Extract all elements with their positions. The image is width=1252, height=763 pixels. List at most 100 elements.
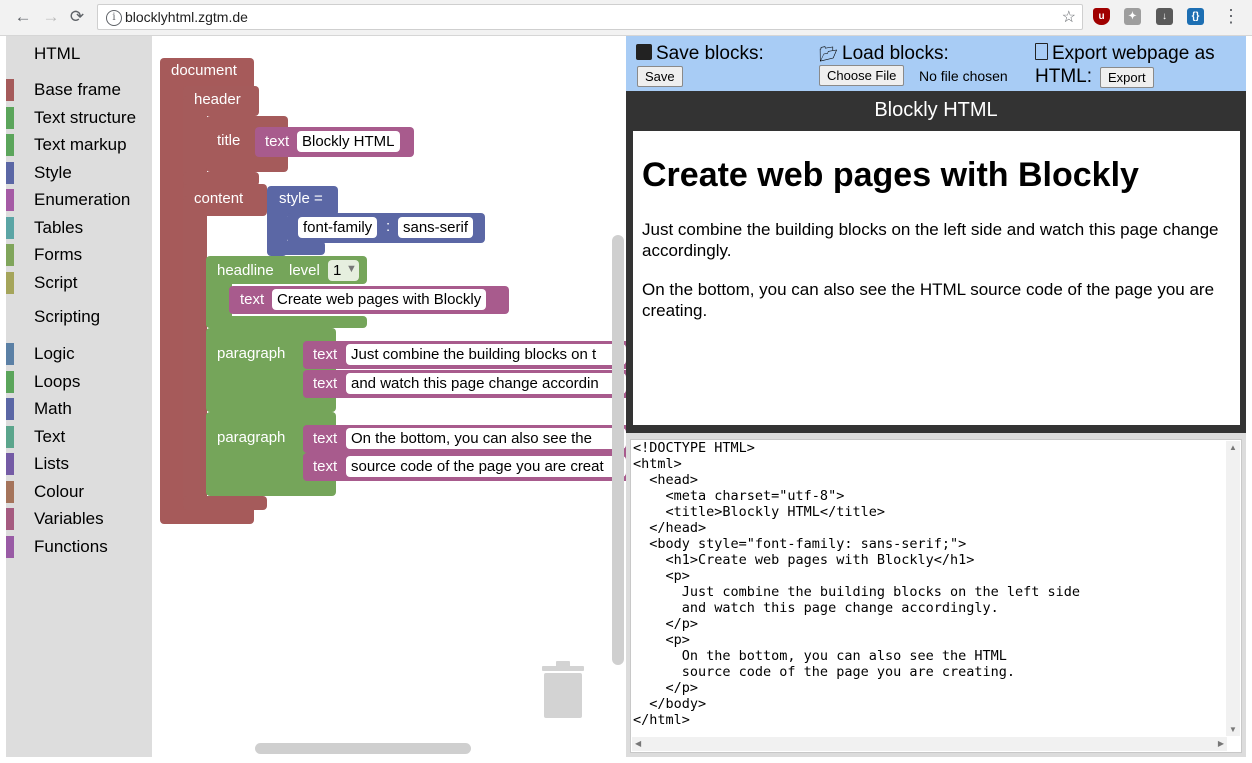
title-text-field[interactable]: Blockly HTML	[297, 131, 400, 152]
address-bar[interactable]: i blocklyhtml.zgtm.de ☆	[97, 4, 1083, 30]
forward-icon[interactable]: →	[40, 6, 62, 28]
category-label: Base frame	[34, 80, 121, 99]
toolbox: HTML Base frame Text structure Text markup…	[6, 36, 152, 757]
toolbox-category-lists[interactable]: Lists	[6, 451, 152, 477]
category-color-swatch	[6, 271, 14, 294]
save-button[interactable]: Save	[637, 66, 683, 87]
info-icon[interactable]: i	[106, 10, 122, 26]
toolbox-category-text-structure[interactable]: Text structure	[6, 105, 152, 131]
paragraph-text-field[interactable]: and watch this page change accordin	[346, 373, 626, 394]
toolbox-category-html[interactable]: HTML	[6, 41, 152, 67]
category-label: Functions	[34, 536, 108, 556]
toolbox-category-script[interactable]: Script	[6, 270, 152, 296]
style-block-footer[interactable]	[267, 241, 325, 255]
title-block-label: title	[217, 132, 241, 149]
preview-paragraph: Just combine the building blocks on the …	[642, 220, 1219, 260]
toolbox-category-loops[interactable]: Loops	[6, 369, 152, 395]
headline-text-field[interactable]: Create web pages with Blockly	[272, 289, 487, 310]
category-color-swatch	[6, 216, 14, 239]
preview-page: Create web pages with Blockly Just combi…	[633, 131, 1240, 425]
text-keyword: text	[313, 375, 338, 392]
category-color-swatch	[6, 370, 14, 393]
toolbox-category-text-markup[interactable]: Text markup	[6, 132, 152, 158]
ublock-extension-icon[interactable]: u	[1093, 8, 1110, 25]
bookmark-star-icon[interactable]: ☆	[1062, 7, 1076, 27]
content-block-footer[interactable]	[183, 496, 267, 510]
scroll-up-arrow-icon[interactable]: ▲	[1229, 443, 1237, 452]
paragraph-text-field[interactable]: Just combine the building blocks on t	[346, 344, 626, 365]
category-label: Text markup	[34, 135, 127, 154]
category-label: Lists	[34, 454, 69, 473]
category-label: Colour	[34, 481, 85, 501]
export-button[interactable]: Export	[1100, 67, 1154, 88]
toolbox-category-base-frame[interactable]: Base frame	[6, 77, 152, 103]
toolbox-category-logic[interactable]: Logic	[6, 341, 152, 367]
content-block-label: content	[194, 190, 244, 207]
browser-menu-icon[interactable]: ⋮	[1222, 6, 1240, 27]
source-code-view[interactable]: <!DOCTYPE HTML> <html> <head> <meta char…	[630, 439, 1242, 753]
paragraph-block-label: paragraph	[217, 429, 286, 446]
style-value-field[interactable]: sans-serif	[398, 217, 474, 238]
category-color-swatch	[6, 343, 14, 365]
category-label: Forms	[34, 245, 83, 264]
toolbox-category-forms[interactable]: Forms	[6, 242, 152, 268]
reload-icon[interactable]: ⟳	[66, 6, 88, 28]
category-label: Style	[34, 162, 72, 182]
preview-heading: Create web pages with Blockly	[642, 156, 1139, 194]
choose-file-button[interactable]: Choose File	[819, 65, 905, 86]
category-color-swatch	[6, 480, 14, 503]
toolbox-category-colour[interactable]: Colour	[6, 479, 152, 505]
headline-block-footer[interactable]	[206, 316, 367, 328]
toolbox-category-text[interactable]: Text	[6, 424, 152, 450]
blockly-workspace[interactable]: document header title text Blockly HTML …	[152, 36, 626, 757]
document-block-spine[interactable]	[160, 76, 184, 522]
code-horizontal-scrollbar[interactable]: ◀ ▶	[632, 737, 1227, 751]
category-color-swatch	[6, 106, 14, 129]
toolbox-category-scripting[interactable]: Scripting	[6, 304, 152, 330]
toolbox-category-variables[interactable]: Variables	[6, 506, 152, 532]
source-code[interactable]: <!DOCTYPE HTML> <html> <head> <meta char…	[633, 440, 1080, 728]
chevron-down-icon[interactable]: ▼	[346, 263, 357, 275]
trash-icon[interactable]	[541, 660, 585, 720]
toolbox-category-tables[interactable]: Tables	[6, 215, 152, 241]
scroll-right-arrow-icon[interactable]: ▶	[1218, 739, 1224, 748]
toolbox-category-enumeration[interactable]: Enumeration	[6, 187, 152, 213]
workspace-vertical-scrollbar[interactable]	[612, 235, 624, 665]
toolbox-category-style[interactable]: Style	[6, 160, 152, 186]
scroll-down-arrow-icon[interactable]: ▼	[1229, 725, 1237, 734]
save-title-text: Save blocks:	[656, 43, 764, 64]
document-icon	[1035, 43, 1048, 60]
back-icon[interactable]: ←	[12, 6, 34, 28]
category-color-swatch	[6, 134, 14, 156]
floppy-disk-icon	[636, 44, 652, 60]
load-blocks-title: 📂︎ Load blocks:	[819, 43, 949, 65]
category-color-swatch	[6, 453, 14, 475]
style-property-field[interactable]: font-family	[298, 217, 378, 238]
content-block-spine[interactable]	[183, 196, 207, 506]
category-color-swatch	[6, 508, 14, 530]
url-text[interactable]: blocklyhtml.zgtm.de	[125, 9, 248, 25]
toolbox-category-functions[interactable]: Functions	[6, 534, 152, 560]
category-color-swatch	[6, 535, 14, 558]
style-colon: :	[386, 218, 391, 235]
scroll-left-arrow-icon[interactable]: ◀	[635, 739, 641, 748]
workspace-horizontal-scrollbar[interactable]	[255, 743, 471, 754]
puzzle-extension-icon[interactable]: ✦	[1124, 8, 1141, 25]
level-label: level	[289, 262, 320, 279]
toolbox-category-math[interactable]: Math	[6, 396, 152, 422]
css-extension-icon[interactable]: {}	[1187, 8, 1204, 25]
no-file-chosen-text: No file chosen	[919, 68, 1008, 84]
paragraph-text-field[interactable]: On the bottom, you can also see the	[346, 428, 626, 449]
header-block-label: header	[194, 91, 241, 108]
preview-paragraph: On the bottom, you can also see the HTML…	[642, 280, 1215, 320]
open-folder-icon: 📂︎	[819, 46, 839, 63]
category-label: Scripting	[34, 307, 101, 326]
category-color-swatch	[6, 244, 14, 266]
load-title-text: Load blocks:	[842, 43, 949, 64]
save-blocks-title: Save blocks:	[636, 43, 764, 65]
download-extension-icon[interactable]: ↓	[1156, 8, 1173, 25]
paragraph-text-field[interactable]: source code of the page you are creat	[346, 456, 626, 477]
code-vertical-scrollbar[interactable]: ▲ ▼	[1226, 441, 1240, 736]
style-block-label: style =	[279, 190, 323, 207]
document-block-label: document	[171, 62, 237, 79]
